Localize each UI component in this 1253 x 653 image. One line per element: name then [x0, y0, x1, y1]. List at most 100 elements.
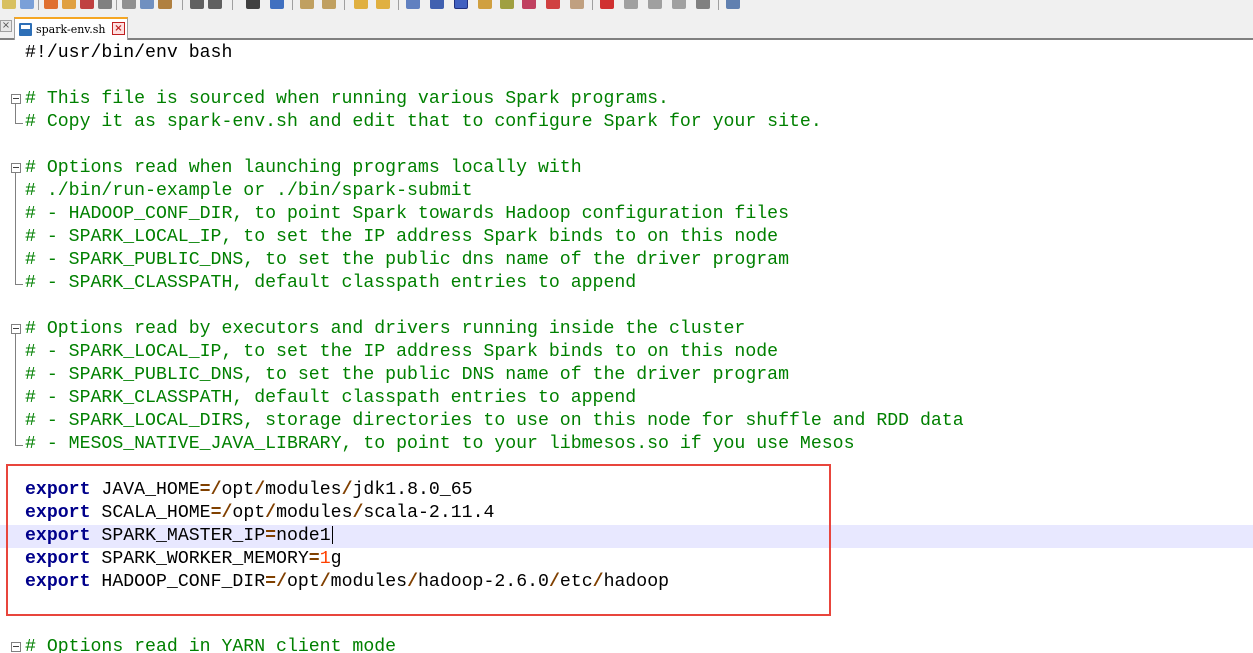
path-separator: /	[352, 503, 364, 523]
paste-icon[interactable]	[158, 0, 172, 9]
comment-line: # Options read in YARN client mode	[25, 637, 397, 653]
new-file-icon[interactable]	[2, 0, 16, 9]
export-line-scala-home[interactable]: export SCALA_HOME=/opt/modules/scala-2.1…	[0, 502, 1253, 525]
save-all-icon[interactable]	[62, 0, 76, 9]
unit-value: g	[330, 549, 342, 569]
find-icon[interactable]	[246, 0, 260, 9]
print-icon[interactable]	[98, 0, 112, 9]
tab-spark-env[interactable]: spark-env.sh ×	[14, 17, 128, 40]
sync-horizontal-icon[interactable]	[376, 0, 390, 9]
tab-close-icon[interactable]: ×	[112, 22, 125, 35]
code-line[interactable]: # - SPARK_PUBLIC_DNS, to set the public …	[0, 364, 1253, 387]
path-separator: /	[254, 480, 266, 500]
copy-icon[interactable]	[140, 0, 154, 9]
spell-check-icon[interactable]	[726, 0, 740, 9]
export-statement: export HADOOP_CONF_DIR=/opt/modules/hado…	[25, 571, 669, 594]
keyword: export	[25, 572, 91, 592]
folder-as-workspace-icon[interactable]	[546, 0, 560, 9]
user-language-icon[interactable]	[478, 0, 492, 9]
comment-line: # - SPARK_LOCAL_IP, to set the IP addres…	[25, 227, 779, 247]
code-line[interactable]: # - MESOS_NATIVE_JAVA_LIBRARY, to point …	[0, 433, 1253, 456]
export-line-spark-worker-memory[interactable]: export SPARK_WORKER_MEMORY=1g	[0, 548, 1253, 571]
comment-line: # - SPARK_LOCAL_IP, to set the IP addres…	[25, 342, 779, 362]
export-line-spark-master-ip[interactable]: export SPARK_MASTER_IP=node1	[0, 525, 1253, 548]
export-line-java-home[interactable]: export JAVA_HOME=/opt/modules/jdk1.8.0_6…	[0, 479, 1253, 502]
stop-macro-icon[interactable]	[624, 0, 638, 9]
variable-name: JAVA_HOME	[101, 480, 200, 500]
export-statement: export SCALA_HOME=/opt/modules/scala-2.1…	[25, 502, 494, 525]
indent-guide-icon[interactable]	[454, 0, 468, 9]
export-statement: export SPARK_MASTER_IP=node1	[25, 525, 333, 548]
code-line[interactable]: # - SPARK_CLASSPATH, default classpath e…	[0, 387, 1253, 410]
tab-label: spark-env.sh	[36, 23, 106, 36]
keyword: export	[25, 480, 91, 500]
zoom-out-icon[interactable]	[322, 0, 336, 9]
keyword: export	[25, 526, 91, 546]
run-macro-multiple-icon[interactable]	[672, 0, 686, 9]
code-line[interactable]: # ./bin/run-example or ./bin/spark-submi…	[0, 180, 1253, 203]
export-statement: export JAVA_HOME=/opt/modules/jdk1.8.0_6…	[25, 479, 473, 502]
code-line[interactable]: # - SPARK_LOCAL_IP, to set the IP addres…	[0, 341, 1253, 364]
number-value: 1	[319, 549, 331, 569]
show-all-chars-icon[interactable]	[430, 0, 444, 9]
code-line[interactable]: # Copy it as spark-env.sh and edit that …	[0, 111, 1253, 134]
editor-area[interactable]: #!/usr/bin/env bash # This file is sourc…	[0, 42, 1253, 653]
word-wrap-icon[interactable]	[406, 0, 420, 9]
toolbar	[0, 0, 1253, 12]
variable-name: HADOOP_CONF_DIR	[101, 572, 266, 592]
code-line[interactable]: # Options read in YARN client mode	[0, 636, 1253, 653]
monitoring-icon[interactable]	[570, 0, 584, 9]
code-line[interactable]: # Options read when launching programs l…	[0, 157, 1253, 180]
code-line[interactable]: # - HADOOP_CONF_DIR, to point Spark towa…	[0, 203, 1253, 226]
operator: =	[265, 572, 277, 592]
tab-bar: × spark-env.sh ×	[0, 12, 1253, 40]
comment-line: # - MESOS_NATIVE_JAVA_LIBRARY, to point …	[25, 434, 855, 454]
sync-vertical-icon[interactable]	[354, 0, 368, 9]
export-line-hadoop-conf-dir[interactable]: export HADOOP_CONF_DIR=/opt/modules/hado…	[0, 571, 1253, 594]
toolbar-separator	[398, 0, 399, 10]
cut-icon[interactable]	[122, 0, 136, 9]
code-line[interactable]: #!/usr/bin/env bash	[0, 42, 1253, 65]
toolbar-separator	[232, 0, 233, 10]
comment-line: # This file is sourced when running vari…	[25, 89, 669, 109]
text-caret	[331, 526, 333, 545]
replace-icon[interactable]	[270, 0, 284, 9]
play-macro-icon[interactable]	[648, 0, 662, 9]
open-file-icon[interactable]	[20, 0, 34, 9]
zoom-in-icon[interactable]	[300, 0, 314, 9]
undo-icon[interactable]	[190, 0, 204, 9]
function-list-icon[interactable]	[522, 0, 536, 9]
redo-icon[interactable]	[208, 0, 222, 9]
variable-value: /opt/modules/scala-2.11.4	[221, 503, 495, 523]
close-all-icon[interactable]: ×	[0, 20, 12, 32]
path-separator: /	[265, 503, 277, 523]
close-file-icon[interactable]	[80, 0, 94, 9]
code-line[interactable]: # - SPARK_CLASSPATH, default classpath e…	[0, 272, 1253, 295]
save-macro-icon[interactable]	[696, 0, 710, 9]
operator: =	[265, 526, 277, 546]
comment-line: # ./bin/run-example or ./bin/spark-submi…	[25, 181, 473, 201]
saved-file-icon	[19, 23, 32, 36]
operator: =	[199, 480, 211, 500]
code-line[interactable]: # Options read by executors and drivers …	[0, 318, 1253, 341]
path-separator: /	[221, 503, 233, 523]
operator: =	[210, 503, 222, 523]
code-line[interactable]: # This file is sourced when running vari…	[0, 88, 1253, 111]
comment-line: # - SPARK_CLASSPATH, default classpath e…	[25, 388, 637, 408]
variable-name: SPARK_MASTER_IP	[101, 526, 266, 546]
record-macro-icon[interactable]	[600, 0, 614, 9]
toolbar-separator	[344, 0, 345, 10]
export-statement: export SPARK_WORKER_MEMORY=1g	[25, 548, 342, 571]
comment-line: # - HADOOP_CONF_DIR, to point Spark towa…	[25, 204, 789, 224]
save-icon[interactable]	[44, 0, 58, 9]
toolbar-separator	[592, 0, 593, 10]
toolbar-separator	[182, 0, 183, 10]
comment-line: # - SPARK_LOCAL_DIRS, storage directorie…	[25, 411, 964, 431]
toolbar-separator	[718, 0, 719, 10]
code-line[interactable]: # - SPARK_PUBLIC_DNS, to set the public …	[0, 249, 1253, 272]
variable-name: SPARK_WORKER_MEMORY	[101, 549, 309, 569]
code-line[interactable]: # - SPARK_LOCAL_DIRS, storage directorie…	[0, 410, 1253, 433]
path-separator: /	[341, 480, 353, 500]
doc-map-icon[interactable]	[500, 0, 514, 9]
code-line[interactable]: # - SPARK_LOCAL_IP, to set the IP addres…	[0, 226, 1253, 249]
